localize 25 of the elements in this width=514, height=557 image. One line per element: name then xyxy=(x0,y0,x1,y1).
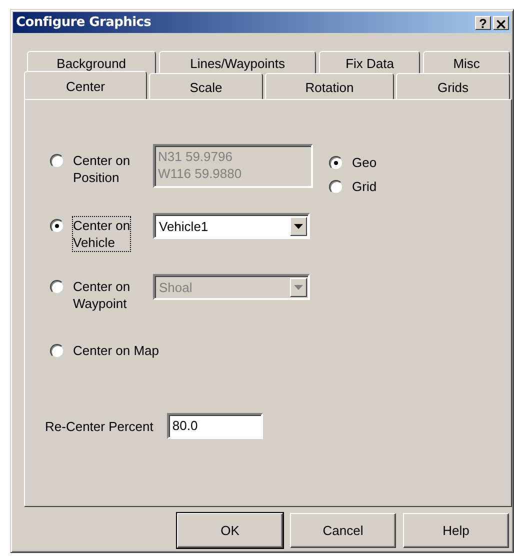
dropdown-arrow-icon xyxy=(294,224,303,228)
tab[interactable]: Grids xyxy=(396,73,510,99)
tab[interactable]: Background xyxy=(27,51,156,73)
tab[interactable]: Rotation xyxy=(265,73,394,99)
tab[interactable]: Scale xyxy=(149,73,263,99)
radio-option[interactable]: Center on Map xyxy=(49,341,160,360)
window-title: Configure Graphics xyxy=(16,15,152,30)
tab[interactable]: Lines/Waypoints xyxy=(158,51,316,73)
dialog-button[interactable]: Help xyxy=(403,513,509,548)
percent-field[interactable]: 80.0 xyxy=(167,413,264,439)
dialog-button[interactable]: OK xyxy=(177,513,283,548)
radio-option[interactable]: Center on Waypoint xyxy=(49,277,132,313)
radio-option[interactable]: Center on Position xyxy=(49,151,132,187)
tab[interactable]: Misc xyxy=(423,51,510,73)
help-button[interactable]: ? xyxy=(475,16,491,30)
dialog-button[interactable]: Cancel xyxy=(290,513,396,548)
radio-option[interactable]: Geo xyxy=(328,153,378,172)
radio-option[interactable]: Grid xyxy=(328,177,378,196)
field-label: Re-Center Percent xyxy=(45,418,154,434)
close-button[interactable]: × xyxy=(493,16,509,30)
tab[interactable]: Center xyxy=(24,71,147,99)
radio-option[interactable]: Center on Vehicle xyxy=(49,216,132,252)
tab[interactable]: Fix Data xyxy=(319,51,420,73)
dropdown-arrow-icon xyxy=(294,284,303,290)
dropdown[interactable]: Vehicle1 xyxy=(153,213,310,239)
